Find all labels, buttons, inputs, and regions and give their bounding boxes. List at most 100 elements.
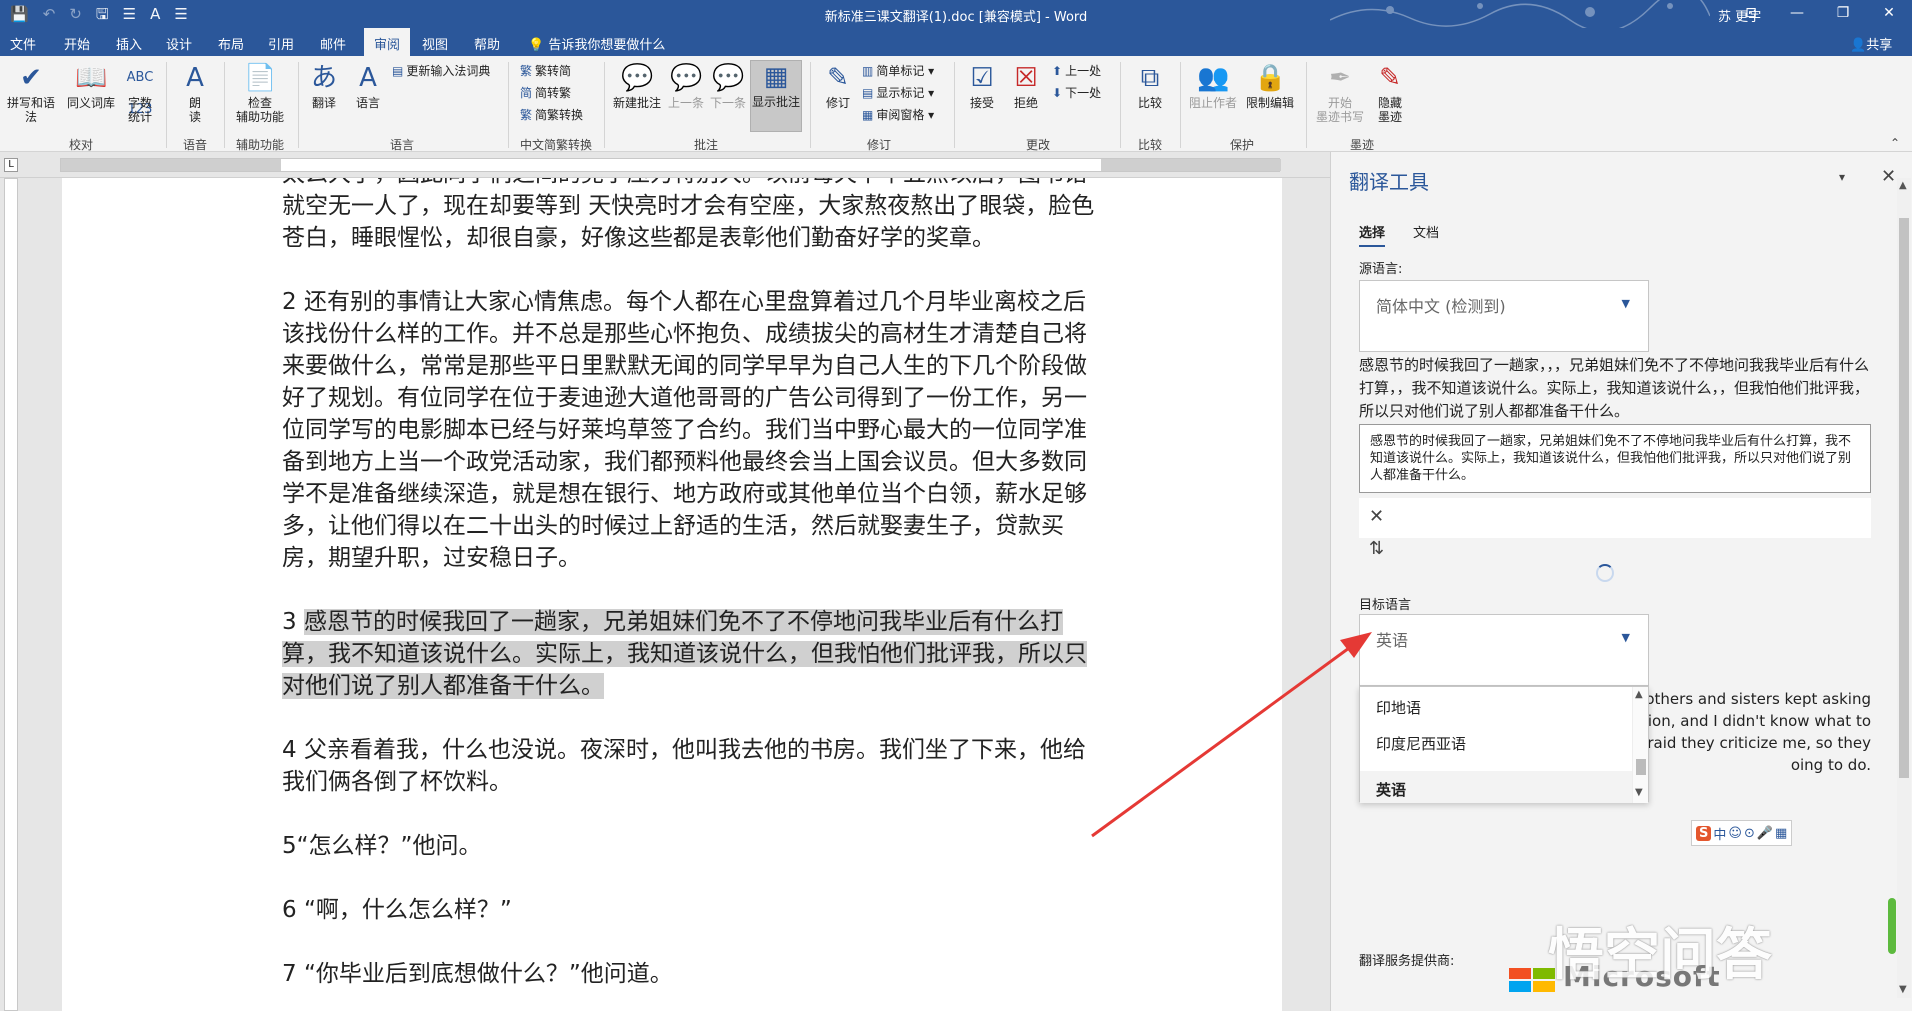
tab-design[interactable]: 设计 <box>166 34 192 53</box>
ribbon-display-icon[interactable]: ⊡ <box>1728 0 1774 28</box>
target-language-dropdown[interactable]: 印地语 印度尼西亚语 英语 ▲ ▼ <box>1359 686 1649 803</box>
tab-home[interactable]: 开始 <box>64 34 90 53</box>
update-ime-dictionary-button[interactable]: ▤ 更新输入法词典 <box>392 64 490 78</box>
pane-close-icon[interactable]: ✕ <box>1881 166 1896 187</box>
paragraph-selected[interactable]: 3 感恩节的时候我回了一趟家，兄弟姐妹们免不了不停地问我毕业后有什么打算，我不知… <box>282 606 1102 702</box>
ruler-bar <box>4 178 18 1011</box>
scroll-down-icon[interactable]: ▼ <box>1899 984 1907 995</box>
scroll-thumb[interactable] <box>1899 218 1909 778</box>
share-button[interactable]: 👤共享 <box>1850 34 1892 53</box>
option-english[interactable]: 英语 <box>1376 779 1406 800</box>
group-protect: 保护 <box>1229 138 1254 152</box>
source-language-select[interactable]: 简体中文 (检测到) ▼ <box>1359 280 1649 352</box>
show-markup-button[interactable]: ▤ 显示标记 ▾ <box>862 86 934 100</box>
simplified-to-traditional-button[interactable]: 简简转繁 <box>520 86 571 100</box>
restore-icon[interactable]: ❐ <box>1820 0 1866 28</box>
clear-icon[interactable]: ✕ <box>1369 506 1384 527</box>
sogou-icon[interactable]: S <box>1696 825 1712 841</box>
tab-view[interactable]: 视图 <box>422 34 448 53</box>
compare-button[interactable]: ⧉ 比较 <box>1128 62 1172 110</box>
hide-ink-button[interactable]: ✎ 隐藏 墨迹 <box>1370 62 1410 124</box>
pane-scrollbar[interactable]: ▲ ▼ <box>1897 178 1911 998</box>
source-text: 感恩节的时候我回了一趟家，，，兄弟姐妹们免不了不停地问我我毕业后有什么打算，，我… <box>1359 356 1870 420</box>
tab-insert[interactable]: 插入 <box>116 34 142 53</box>
ruler-bar <box>60 158 1281 172</box>
scroll-thumb[interactable] <box>1636 759 1646 775</box>
pane-menu-icon[interactable]: ▾ <box>1839 170 1845 184</box>
paragraph[interactable]: 7 “你毕业后到底想做什么？”他问道。 <box>282 958 1102 990</box>
show-comments-icon: ▦ <box>763 62 789 92</box>
side-indicator <box>1888 898 1896 954</box>
tab-review[interactable]: 审阅 <box>364 28 411 56</box>
next-change-button[interactable]: ⬇ 下一处 <box>1052 86 1101 100</box>
punctuation-icon[interactable]: ⊙ <box>1744 826 1755 841</box>
track-changes-icon: ✎ <box>827 63 849 93</box>
tab-selector-icon[interactable]: L <box>4 158 18 172</box>
document-page[interactable]: 太么大了，因此同学们之间的竞争压力特别大。以前每天下午五点以后，图书馆就空无一人… <box>62 178 1282 1011</box>
scroll-up-icon[interactable]: ▲ <box>1899 180 1907 191</box>
block-authors-button[interactable]: 👥 阻止作者 <box>1186 62 1240 110</box>
thesaurus-button[interactable]: 📖 同义词库 <box>64 62 118 110</box>
chinese-conversion-button[interactable]: 繁简繁转换 <box>520 108 583 122</box>
start-inking-button[interactable]: ✒ 开始 墨迹书写 <box>1312 62 1368 124</box>
restrict-editing-button[interactable]: 🔒 限制编辑 <box>1242 62 1298 110</box>
reject-button[interactable]: ☒ 拒绝 <box>1006 62 1046 110</box>
reviewing-pane-button[interactable]: ▦ 审阅窗格 ▾ <box>862 108 934 122</box>
ime-toolbar[interactable]: S 中 ☺ ⊙ 🎤 ▦ <box>1691 820 1793 846</box>
vertical-ruler[interactable] <box>0 178 22 1011</box>
tell-me-search[interactable]: 💡 告诉我你想要做什么 <box>528 34 665 53</box>
scroll-up-icon[interactable]: ▲ <box>1635 689 1643 700</box>
selected-text-box[interactable]: 感恩节的时候我回了一趟家，兄弟姐妹们免不了不停地问我毕业后有什么打算，我不知道该… <box>1359 424 1871 493</box>
paragraph[interactable]: 太么大了，因此同学们之间的竞争压力特别大。以前每天下午五点以后，图书馆就空无一人… <box>282 178 1102 254</box>
read-aloud-button[interactable]: A 朗 读 <box>174 62 216 124</box>
tab-references[interactable]: 引用 <box>268 34 294 53</box>
selected-text[interactable]: 感恩节的时候我回了一趟家，兄弟姐妹们免不了不停地问我毕业后有什么打算，我不知道该… <box>282 609 1087 699</box>
language-icon: A <box>359 63 377 93</box>
paragraph[interactable]: 2 还有别的事情让大家心情焦虑。每个人都在心里盘算着过几个月毕业离校之后该找份什… <box>282 286 1102 574</box>
toolbox-icon[interactable]: ▦ <box>1775 826 1787 841</box>
language-button[interactable]: A 语言 <box>348 62 388 110</box>
tab-help[interactable]: 帮助 <box>474 34 500 53</box>
previous-change-button[interactable]: ⬆ 上一处 <box>1052 64 1101 78</box>
dropdown-scrollbar[interactable]: ▲ ▼ <box>1632 687 1648 803</box>
close-icon[interactable]: ✕ <box>1866 0 1912 28</box>
dictionary-icon: ▤ <box>392 64 404 78</box>
scroll-down-icon[interactable]: ▼ <box>1635 787 1643 798</box>
option-indonesian[interactable]: 印度尼西亚语 <box>1376 733 1466 754</box>
minimize-icon[interactable]: — <box>1774 0 1820 28</box>
paragraph[interactable]: 5“怎么样？”他问。 <box>282 830 1102 862</box>
separator <box>1180 62 1181 148</box>
previous-comment-button[interactable]: 💬 上一条 <box>666 62 706 110</box>
group-changes: 更改 <box>1025 138 1050 152</box>
target-language-select[interactable]: 英语 ▼ <box>1359 614 1649 686</box>
word-count-button[interactable]: ABC 123 字数 统计 <box>120 62 160 124</box>
swap-languages-icon[interactable]: ⇅ <box>1369 538 1384 559</box>
microphone-icon[interactable]: 🎤 <box>1757 826 1773 841</box>
track-changes-button[interactable]: ✎ 修订 <box>818 62 858 110</box>
lightbulb-icon: 💡 <box>528 38 549 53</box>
word-count-icon: ABC 123 <box>126 70 154 117</box>
traditional-to-simplified-button[interactable]: 繁繁转简 <box>520 64 571 78</box>
next-comment-button[interactable]: 💬 下一条 <box>708 62 748 110</box>
tab-layout[interactable]: 布局 <box>218 34 244 53</box>
translate-button[interactable]: あ 翻译 <box>304 62 344 110</box>
clear-row: ✕ <box>1359 498 1871 538</box>
tab-file[interactable]: 文件 <box>10 34 36 53</box>
show-comments-button[interactable]: ▦ 显示批注 <box>750 60 802 132</box>
check-accessibility-button[interactable]: 📄 检查 辅助功能 <box>228 62 292 124</box>
markup-select[interactable]: ▥ 简单标记 ▾ <box>862 64 934 78</box>
paragraph[interactable]: 4 父亲看着我，什么也没说。夜深时，他叫我去他的书房。我们坐了下来，他给我们俩各… <box>282 734 1102 798</box>
spelling-grammar-button[interactable]: ✔ 拼写和语法 <box>2 62 60 124</box>
document-body[interactable]: 太么大了，因此同学们之间的竞争压力特别大。以前每天下午五点以后，图书馆就空无一人… <box>282 178 1102 1011</box>
tab-document[interactable]: 文档 <box>1413 222 1439 241</box>
new-comment-button[interactable]: 💬 新建批注 <box>610 62 664 110</box>
horizontal-ruler[interactable]: L <box>0 152 1330 178</box>
accept-button[interactable]: ☑ 接受 <box>962 62 1002 110</box>
collapse-ribbon-icon[interactable]: ⌃ <box>1890 136 1900 150</box>
paragraph[interactable]: 6 “啊，什么怎么样？” <box>282 894 1102 926</box>
emoji-icon[interactable]: ☺ <box>1728 826 1742 841</box>
tab-mailings[interactable]: 邮件 <box>320 34 346 53</box>
option-hindi[interactable]: 印地语 <box>1376 697 1421 718</box>
chinese-mode-icon[interactable]: 中 <box>1713 824 1726 843</box>
tab-selection[interactable]: 选择 <box>1359 222 1386 247</box>
